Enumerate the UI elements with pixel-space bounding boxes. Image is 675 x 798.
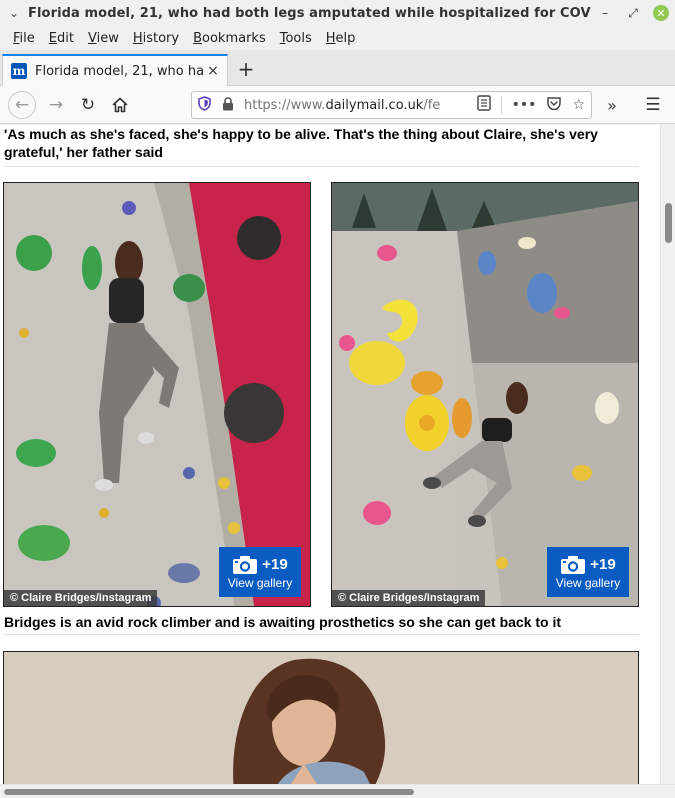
vertical-scroll-thumb[interactable] — [665, 203, 672, 243]
minimize-icon[interactable]: – — [591, 0, 619, 26]
home-icon — [112, 97, 128, 113]
reader-view-icon[interactable] — [476, 95, 491, 115]
horizontal-scrollbar[interactable] — [0, 784, 675, 798]
caption-divider — [4, 634, 639, 635]
climbing-wall-image-left — [4, 183, 310, 606]
back-button[interactable]: ← — [8, 91, 36, 119]
lock-icon[interactable] — [222, 96, 236, 114]
vertical-scrollbar[interactable] — [660, 125, 675, 784]
menu-tools[interactable]: Tools — [273, 31, 319, 46]
menu-bar: File Edit View History Bookmarks Tools H… — [0, 26, 675, 50]
climbing-wall-image-right — [332, 183, 638, 606]
page-actions-button[interactable]: ••• — [512, 97, 537, 113]
gallery-count-row: +19 — [232, 555, 288, 575]
photo-credit: © Claire Bridges/Instagram — [4, 590, 158, 606]
gallery-count-row: +19 — [560, 555, 616, 575]
close-icon: ✕ — [653, 5, 669, 21]
menu-view[interactable]: View — [81, 31, 126, 46]
pocket-icon[interactable] — [546, 96, 562, 115]
back-arrow-icon: ← — [14, 95, 30, 115]
portrait-photo[interactable] — [3, 651, 639, 784]
navigation-toolbar: ← → ↻ https://www.dailymail.co.uk/fe •••… — [0, 86, 675, 124]
gallery-label: View gallery — [227, 575, 293, 590]
dailymail-favicon-icon: m — [11, 63, 27, 79]
menu-history[interactable]: History — [126, 31, 186, 46]
window-titlebar: ⌄ Florida model, 21, who had both legs a… — [0, 0, 675, 26]
photo-credit: © Claire Bridges/Instagram — [332, 590, 486, 606]
camera-icon — [233, 555, 258, 574]
gallery-count: +19 — [262, 556, 288, 573]
reload-icon: ↻ — [80, 95, 96, 115]
close-button[interactable]: ✕ — [647, 0, 675, 26]
horizontal-scroll-thumb[interactable] — [4, 789, 414, 795]
menu-help[interactable]: Help — [319, 31, 363, 46]
tab-close-button[interactable]: × — [205, 63, 221, 79]
image-caption-climber: Bridges is an avid rock climber and is a… — [4, 614, 562, 630]
menu-file[interactable]: File — [6, 31, 42, 46]
climbing-photo-left[interactable]: © Claire Bridges/Instagram +19 View gall… — [3, 182, 311, 607]
reload-button[interactable]: ↻ — [74, 91, 102, 119]
view-gallery-button[interactable]: +19 View gallery — [219, 547, 301, 597]
url-separator — [500, 96, 502, 114]
forward-arrow-icon: → — [48, 95, 64, 115]
camera-icon — [561, 555, 586, 574]
forward-button[interactable]: → — [42, 91, 70, 119]
shield-icon[interactable] — [198, 95, 214, 115]
star-icon[interactable]: ☆ — [572, 97, 585, 113]
tab-bar: m Florida model, 21, who had × + — [0, 50, 675, 86]
tab-active[interactable]: m Florida model, 21, who had × — [2, 54, 228, 86]
view-gallery-button[interactable]: +19 View gallery — [547, 547, 629, 597]
menu-bookmarks[interactable]: Bookmarks — [186, 31, 273, 46]
overflow-chevrons-icon[interactable]: » — [598, 91, 626, 119]
url-bar[interactable]: https://www.dailymail.co.uk/fe ••• ☆ — [191, 91, 592, 119]
image-caption-quote: 'As much as she's faced, she's happy to … — [4, 126, 598, 160]
url-text[interactable]: https://www.dailymail.co.uk/fe — [244, 98, 452, 113]
gallery-label: View gallery — [555, 575, 621, 590]
menu-edit[interactable]: Edit — [42, 31, 81, 46]
chevron-down-icon[interactable]: ⌄ — [0, 6, 28, 20]
gallery-count: +19 — [590, 556, 616, 573]
caption-divider — [4, 166, 639, 167]
climbing-photo-right[interactable]: © Claire Bridges/Instagram +19 View gall… — [331, 182, 639, 607]
tab-title: Florida model, 21, who had — [35, 63, 205, 79]
hamburger-menu-icon[interactable]: ☰ — [639, 91, 667, 119]
portrait-image — [4, 652, 638, 784]
new-tab-button[interactable]: + — [233, 56, 259, 82]
home-button[interactable] — [106, 91, 134, 119]
window-title: Florida model, 21, who had both legs amp… — [28, 5, 591, 21]
page-content: 'As much as she's faced, she's happy to … — [0, 125, 660, 784]
url-actions: ••• ☆ — [476, 95, 585, 115]
maximize-icon[interactable]: ⤢ — [619, 0, 647, 26]
